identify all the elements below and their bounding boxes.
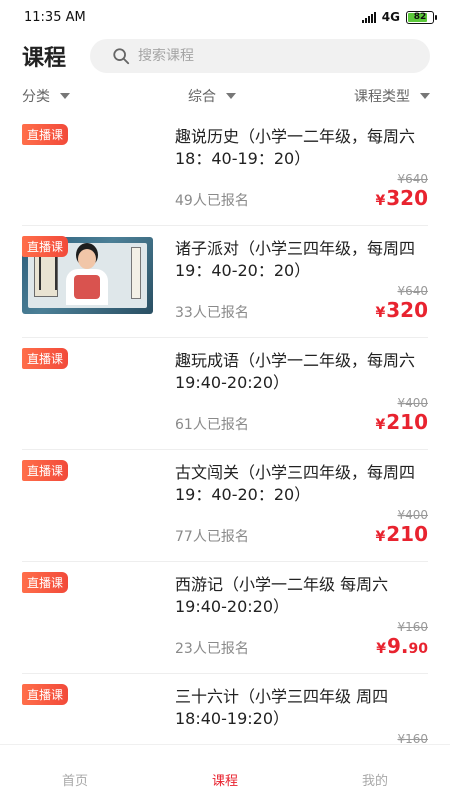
price-value: 210	[386, 522, 428, 546]
live-badge: 直播课	[22, 236, 69, 257]
live-badge: 直播课	[22, 572, 69, 593]
caret-down-icon	[420, 93, 430, 99]
filter-sort-label: 综合	[188, 89, 216, 105]
price-value: 320	[386, 186, 428, 210]
course-title: 古文闯关（小学三四年级，每周四19：40-20：20）	[175, 463, 416, 504]
filter-course-type[interactable]: 课程类型	[354, 86, 430, 106]
course-card[interactable]: 直播课 诸子派对（小学三四年级，每周四19：40-20：20） ¥640 33人…	[22, 226, 428, 338]
course-card[interactable]: 直播课 趣玩成语（小学一二年级，每周六19:40-20:20） ¥400 61人…	[22, 338, 428, 450]
course-info: 诸子派对（小学三四年级，每周四19：40-20：20） ¥640 33人已报名 …	[175, 238, 428, 337]
price: ¥210	[376, 410, 429, 434]
live-badge: 直播课	[22, 684, 69, 705]
course-card[interactable]: 直播课 趣说历史（小学一二年级，每周六18：40-19：20） ¥640 49人…	[22, 114, 428, 226]
battery-icon: 82	[406, 10, 437, 24]
search-icon	[113, 48, 130, 65]
live-badge: 直播课	[22, 348, 69, 369]
course-card[interactable]: 直播课 古文闯关（小学三四年级，每周四19：40-20：20） ¥400 77人…	[22, 450, 428, 562]
filter-course-type-label: 课程类型	[354, 89, 410, 105]
course-info: 趣玩成语（小学一二年级，每周六19:40-20:20） ¥400 61人已报名 …	[175, 350, 428, 449]
page-title: 课程	[22, 46, 67, 71]
original-price: ¥400	[397, 396, 428, 410]
course-title: 趣玩成语（小学一二年级，每周六19:40-20:20）	[175, 351, 416, 392]
caret-down-icon	[60, 93, 70, 99]
filter-category-label: 分类	[22, 89, 50, 105]
course-title: 趣说历史（小学一二年级，每周六18：40-19：20）	[175, 127, 416, 168]
course-info: 三十六计（小学三四年级 周四18:40-19:20） ¥160	[175, 686, 428, 744]
price-currency: ¥	[375, 529, 386, 545]
price-currency: ¥	[375, 305, 386, 321]
price-cents: 90	[408, 641, 428, 657]
price: ¥320	[376, 186, 429, 210]
enrolled-count: 33人已报名	[175, 305, 249, 321]
status-indicators: 4G 82	[361, 10, 437, 24]
price: ¥210	[376, 522, 429, 546]
price-value: 9.	[387, 634, 409, 658]
price-currency: ¥	[375, 193, 386, 209]
bottom-tab-bar: 首页 课程 我的	[0, 744, 450, 800]
battery-level: 82	[413, 12, 427, 22]
price: ¥320	[376, 298, 429, 322]
tab-courses[interactable]: 课程	[175, 756, 275, 789]
search-bar[interactable]	[90, 39, 430, 73]
filter-sort[interactable]: 综合	[188, 86, 236, 106]
original-price: ¥400	[397, 508, 428, 522]
status-bar: 11:35 AM 4G 82	[0, 0, 450, 34]
price: ¥9.90	[376, 634, 428, 658]
original-price: ¥160	[397, 620, 428, 634]
course-card[interactable]: 直播课 西游记（小学一二年级 每周六19:40-20:20） ¥160 23人已…	[22, 562, 428, 674]
teacher-body	[66, 269, 108, 305]
signal-icon	[361, 11, 376, 23]
course-title: 诸子派对（小学三四年级，每周四19：40-20：20）	[175, 239, 416, 280]
original-price: ¥640	[397, 172, 428, 186]
tab-home[interactable]: 首页	[25, 756, 125, 789]
enrolled-count: 49人已报名	[175, 193, 249, 209]
enrolled-count: 23人已报名	[175, 641, 249, 657]
price-currency: ¥	[375, 417, 386, 433]
filter-category[interactable]: 分类	[22, 86, 70, 106]
course-title: 三十六计（小学三四年级 周四18:40-19:20）	[175, 687, 389, 728]
network-type: 4G	[381, 10, 400, 24]
tab-mine[interactable]: 我的	[325, 756, 425, 789]
course-info: 古文闯关（小学三四年级，每周四19：40-20：20） ¥400 77人已报名 …	[175, 462, 428, 561]
header: 课程	[0, 36, 450, 76]
enrolled-count: 61人已报名	[175, 417, 249, 433]
teacher-head	[78, 249, 96, 269]
price-value: 320	[386, 298, 428, 322]
price-currency: ¥	[376, 641, 386, 657]
live-badge: 直播课	[22, 124, 69, 145]
price-value: 210	[386, 410, 428, 434]
original-price: ¥640	[397, 284, 428, 298]
enrolled-count: 77人已报名	[175, 529, 249, 545]
search-input[interactable]	[138, 48, 359, 64]
course-info: 西游记（小学一二年级 每周六19:40-20:20） ¥160 23人已报名 ¥…	[175, 574, 428, 673]
live-badge: 直播课	[22, 460, 69, 481]
thumbnail-banner	[131, 247, 141, 299]
original-price: ¥160	[397, 732, 428, 744]
course-title: 西游记（小学一二年级 每周六19:40-20:20）	[175, 575, 389, 616]
caret-down-icon	[226, 93, 236, 99]
status-time: 11:35 AM	[24, 9, 86, 25]
course-card[interactable]: 直播课 三十六计（小学三四年级 周四18:40-19:20） ¥160	[22, 674, 428, 744]
filter-bar: 分类 综合 课程类型	[0, 76, 450, 116]
course-info: 趣说历史（小学一二年级，每周六18：40-19：20） ¥640 49人已报名 …	[175, 126, 428, 225]
course-list: 直播课 趣说历史（小学一二年级，每周六18：40-19：20） ¥640 49人…	[0, 114, 450, 744]
